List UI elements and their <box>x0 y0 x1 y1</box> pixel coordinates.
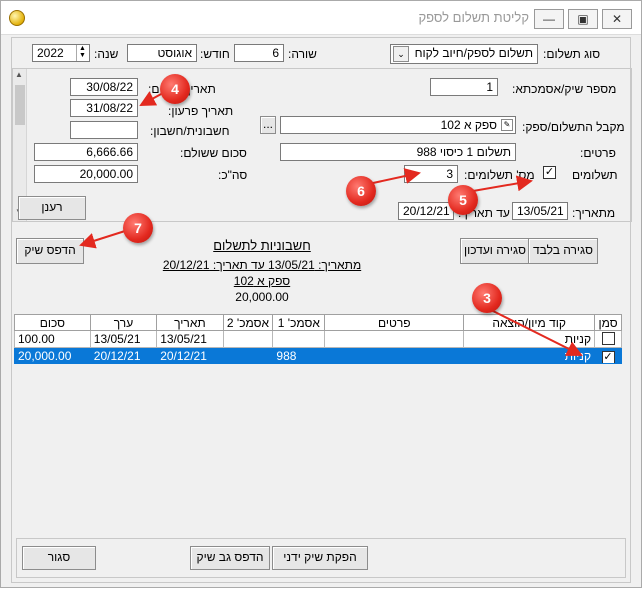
receiver-input[interactable]: ספק א 102 ✎ <box>280 116 516 134</box>
total-label: סה"כ: <box>218 168 248 182</box>
table-row[interactable]: קניות 13/05/21 13/05/21 100.00 <box>14 330 622 348</box>
row-value-date: 13/05/21 <box>89 330 158 348</box>
minimize-button[interactable]: — <box>534 9 564 29</box>
year-value: 2022 <box>37 46 64 60</box>
table-header-row: סמן קוד מיון/הוצאה פרטים אסמכ' 1 אסמכ' 2… <box>14 314 622 331</box>
manual-check-button[interactable]: הפקת שיק ידני <box>272 546 368 570</box>
row-ref2 <box>222 330 274 348</box>
row-mark-checkbox[interactable] <box>601 332 615 345</box>
check-number-label: מספר שיק/אסמכתא: <box>512 82 617 96</box>
invoice-account-input[interactable] <box>70 121 138 139</box>
maximize-button[interactable]: ▣ <box>568 9 598 29</box>
row-label: שורה: <box>288 47 317 61</box>
row-code: קניות <box>463 330 596 348</box>
app-coin-icon <box>9 10 25 26</box>
col-value-date: ערך <box>89 314 158 331</box>
due-date-input[interactable]: 31/08/22 <box>70 99 138 117</box>
row-date: 20/12/21 <box>156 347 224 364</box>
row-code: קניות <box>463 347 596 364</box>
row-details <box>324 330 465 348</box>
row-mark-cell[interactable] <box>594 330 622 348</box>
col-code: קוד מיון/הוצאה <box>463 314 596 331</box>
check-number-input[interactable]: 1 <box>430 78 498 96</box>
annotation-5: 5 <box>448 185 478 215</box>
row-ref2 <box>222 347 274 364</box>
row-details <box>324 347 465 364</box>
row-mark-cell[interactable]: ✓ <box>594 347 622 364</box>
window-title: קליטת תשלום לספק <box>418 10 529 25</box>
col-date: תאריך <box>156 314 224 331</box>
payments-checkbox[interactable]: ✓ <box>543 166 556 179</box>
row-value-date: 20/12/21 <box>89 347 158 364</box>
year-spinner[interactable]: 2022 ▲ ▼ <box>32 44 90 62</box>
annotation-3: 3 <box>472 283 502 313</box>
month-label: חודש: <box>200 47 230 61</box>
month-input[interactable]: אוגוסט <box>127 44 197 62</box>
col-details: פרטים <box>324 314 465 331</box>
paid-amount-label: סכום ששולם: <box>180 146 247 160</box>
table-row-selected[interactable]: ✓ קניות 988 20/12/21 20/12/21 20,000.00 <box>14 347 622 364</box>
print-check-back-button[interactable]: הדפס גב שיק <box>190 546 270 570</box>
from-date-input[interactable]: 13/05/21 <box>512 202 568 220</box>
close-window-button[interactable]: ✕ <box>602 9 632 29</box>
close-button[interactable]: סגור <box>22 546 96 570</box>
annotation-6: 6 <box>346 176 376 206</box>
row-date: 13/05/21 <box>156 330 224 348</box>
row-amount: 20,000.00 <box>14 347 91 364</box>
row-amount: 100.00 <box>14 330 91 348</box>
payment-window: קליטת תשלום לספק — ▣ ✕ סוג תשלום: תשלום … <box>0 0 642 588</box>
col-mark: סמן <box>594 314 622 331</box>
close-only-button[interactable]: סגירה בלבד <box>528 238 598 264</box>
row-input[interactable]: 6 <box>234 44 284 62</box>
year-label: שנה: <box>94 47 119 61</box>
annotation-4: 4 <box>160 74 190 104</box>
details-input[interactable]: תשלום 1 כיסוי 988 <box>280 143 516 161</box>
from-date-label: מתאריך: <box>572 206 616 220</box>
registration-date-input[interactable]: 30/08/22 <box>70 78 138 96</box>
report-amount: 20,000.00 <box>235 290 289 304</box>
title-bar: קליטת תשלום לספק — ▣ ✕ <box>1 1 641 35</box>
details-label: פרטים: <box>580 146 616 160</box>
num-payments-input[interactable]: 3 <box>404 165 458 183</box>
invoices-table: סמן קוד מיון/הוצאה פרטים אסמכ' 1 אסמכ' 2… <box>14 314 622 364</box>
browse-button[interactable]: ... <box>260 116 276 134</box>
receiver-value: ספק א 102 <box>440 118 497 132</box>
payment-type-select[interactable]: תשלום לספק/חיוב לקוח ⌄ <box>390 44 538 64</box>
annotation-7: 7 <box>123 213 153 243</box>
refresh-button[interactable]: רענן <box>18 196 86 220</box>
report-supplier: ספק א 102 <box>233 274 291 288</box>
to-date-input[interactable]: 20/12/21 <box>398 202 454 220</box>
paid-amount-input[interactable]: 6,666.66 <box>34 143 138 161</box>
total-input[interactable]: 20,000.00 <box>34 165 138 183</box>
invoice-account-label: חשבונית/חשבון: <box>150 124 230 138</box>
row-ref1 <box>272 330 326 348</box>
report-date-range: מתאריך: 13/05/21 עד תאריך: 20/12/21 <box>162 258 362 272</box>
num-payments-label: מס' תשלומים: <box>464 168 535 182</box>
row-ref1: 988 <box>272 347 326 364</box>
col-amount: סכום <box>14 314 91 331</box>
scroll-up-icon[interactable]: ▲ <box>15 70 23 79</box>
payment-type-value: תשלום לספק/חיוב לקוח <box>414 46 533 60</box>
lookup-icon[interactable]: ✎ <box>501 119 513 131</box>
due-date-label: תאריך פרעון: <box>168 104 234 118</box>
print-check-button[interactable]: הדפס שיק <box>16 238 84 264</box>
scroll-thumb[interactable] <box>15 85 25 125</box>
row-mark-checkbox-checked[interactable]: ✓ <box>601 351 615 363</box>
payments-label: תשלומים <box>572 168 618 182</box>
form-area: סוג תשלום: תשלום לספק/חיוב לקוח ⌄ שורה: … <box>11 37 632 583</box>
payment-type-label: סוג תשלום: <box>543 47 601 61</box>
close-and-update-button[interactable]: סגירה ועדכון <box>460 238 530 264</box>
spinner-arrows-icon[interactable]: ▲ ▼ <box>76 45 88 61</box>
col-ref2: אסמכ' 2 <box>222 314 274 331</box>
receiver-label: מקבל התשלום/ספק: <box>522 120 625 134</box>
chevron-down-icon[interactable]: ⌄ <box>393 46 409 62</box>
report-title: חשבוניות לתשלום <box>213 238 311 253</box>
col-ref1: אסמכ' 1 <box>272 314 326 331</box>
